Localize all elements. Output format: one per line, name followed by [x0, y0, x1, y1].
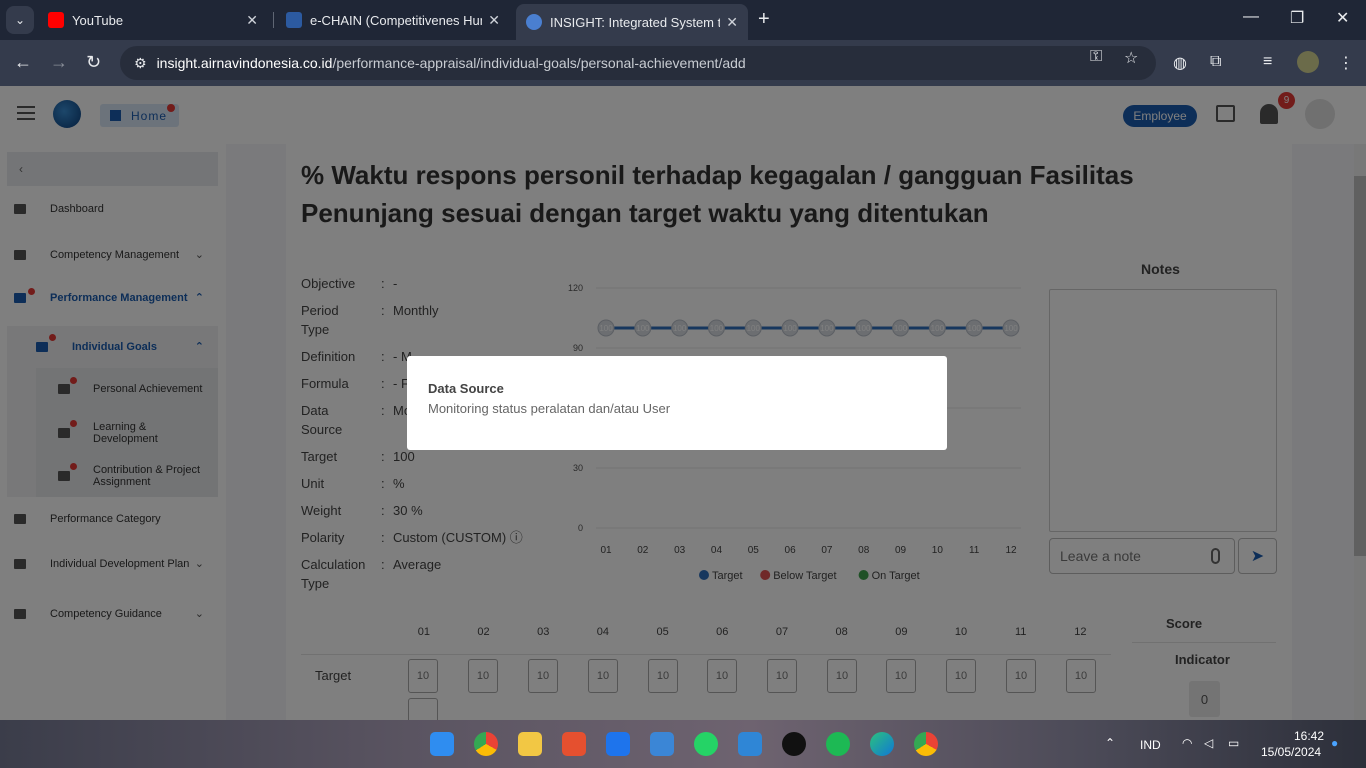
language-indicator[interactable]: IND [1140, 738, 1161, 752]
mail-icon[interactable] [650, 732, 674, 756]
dropbox-icon[interactable] [606, 732, 630, 756]
tab-title: YouTube [72, 12, 124, 28]
bookmark-star-icon[interactable]: ☆ [1124, 48, 1138, 68]
profile-avatar[interactable] [1297, 51, 1319, 73]
browser-toolbar: ← → ↻ ⚙ insight.airnavindonesia.co.id/pe… [0, 40, 1366, 86]
minimize-button[interactable]: — [1243, 8, 1259, 26]
close-icon[interactable]: ✕ [726, 14, 738, 31]
media-control-icon[interactable]: ≡ [1263, 53, 1272, 71]
edge-icon[interactable] [870, 732, 894, 756]
myhp-icon[interactable] [738, 732, 762, 756]
password-key-icon[interactable]: ⚿ [1090, 48, 1102, 66]
clock-date[interactable]: 15/05/2024 [1261, 745, 1321, 759]
whatsapp-icon[interactable] [694, 732, 718, 756]
data-source-modal: Data Source Monitoring status peralatan … [407, 356, 947, 450]
start-windows-icon[interactable] [430, 732, 454, 756]
chrome-icon[interactable] [474, 732, 498, 756]
insight-icon [526, 14, 542, 30]
browser-tab-bar: ⌄ YouTube ✕ e-CHAIN (Competitivenes Hum … [0, 0, 1366, 40]
maximize-button[interactable]: ❐ [1290, 8, 1304, 28]
site-settings-icon[interactable]: ⚙ [134, 55, 147, 72]
tab-search-button[interactable]: ⌄ [6, 6, 34, 34]
tiktok-icon[interactable] [782, 732, 806, 756]
tab-echain[interactable]: e-CHAIN (Competitivenes Hum ✕ [276, 6, 510, 34]
address-bar[interactable]: ⚙ insight.airnavindonesia.co.id/performa… [120, 46, 1156, 80]
new-tab-button[interactable]: + [758, 8, 770, 31]
file-explorer-icon[interactable] [518, 732, 542, 756]
back-button[interactable]: ← [14, 52, 32, 73]
spotify-icon[interactable] [826, 732, 850, 756]
youtube-icon [48, 12, 64, 28]
windows-taskbar: ⌃ IND ◠ ◁ ▭ 16:42 15/05/2024 ● [0, 720, 1366, 768]
extensions-icon[interactable]: ⧉ [1210, 53, 1221, 71]
wps-office-icon[interactable] [562, 732, 586, 756]
modal-body: Monitoring status peralatan dan/atau Use… [428, 401, 671, 416]
translate-globe-icon[interactable]: ◍ [1173, 53, 1187, 73]
tab-title: INSIGHT: Integrated System to [550, 14, 721, 30]
menu-kebab-icon[interactable]: ⋮ [1338, 53, 1354, 73]
tab-title: e-CHAIN (Competitivenes Hum [310, 12, 483, 28]
modal-title: Data Source [428, 381, 504, 396]
chrome-profile-icon[interactable] [914, 732, 938, 756]
close-icon[interactable]: ✕ [488, 12, 500, 29]
clock-time[interactable]: 16:42 [1294, 729, 1324, 743]
close-icon[interactable]: ✕ [246, 12, 258, 29]
echain-icon [286, 12, 302, 28]
tab-separator [273, 12, 274, 28]
battery-icon[interactable]: ▭ [1228, 736, 1239, 750]
close-window-button[interactable]: ✕ [1336, 8, 1349, 28]
forward-button[interactable]: → [50, 52, 68, 73]
wifi-icon[interactable]: ◠ [1182, 736, 1192, 750]
notification-bell-icon[interactable]: ● [1331, 736, 1338, 750]
reload-button[interactable]: ↻ [86, 52, 101, 73]
tray-chevron-icon[interactable]: ⌃ [1105, 736, 1115, 750]
tab-youtube[interactable]: YouTube ✕ [38, 6, 268, 34]
url-text: insight.airnavindonesia.co.id/performanc… [156, 55, 746, 71]
volume-icon[interactable]: ◁ [1204, 736, 1213, 750]
tab-insight[interactable]: INSIGHT: Integrated System to ✕ [516, 4, 748, 40]
